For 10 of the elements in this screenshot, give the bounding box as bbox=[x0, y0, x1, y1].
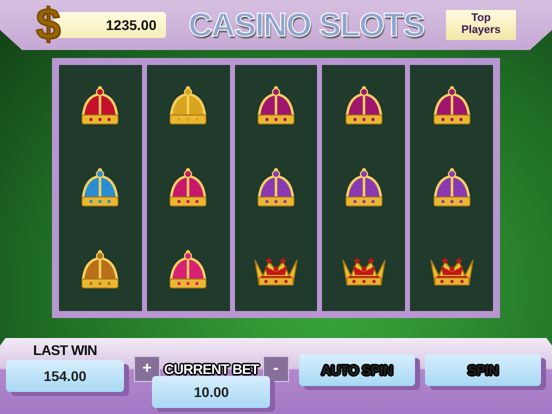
last-win-label: LAST WIN bbox=[33, 342, 97, 358]
decrease-bet-button[interactable]: - bbox=[262, 356, 289, 382]
current-bet-display: 10.00 bbox=[152, 376, 270, 408]
auto-spin-button[interactable]: AUTO SPIN bbox=[298, 354, 415, 386]
current-bet-label: CURRENT BET bbox=[164, 361, 259, 377]
top-players-button[interactable]: Top Players bbox=[446, 10, 516, 40]
last-win-display: 154.00 bbox=[6, 360, 124, 392]
spin-button[interactable]: SPIN bbox=[424, 354, 541, 386]
game-title: CASINO SLOTS bbox=[187, 6, 425, 44]
increase-bet-button[interactable]: + bbox=[134, 356, 160, 382]
